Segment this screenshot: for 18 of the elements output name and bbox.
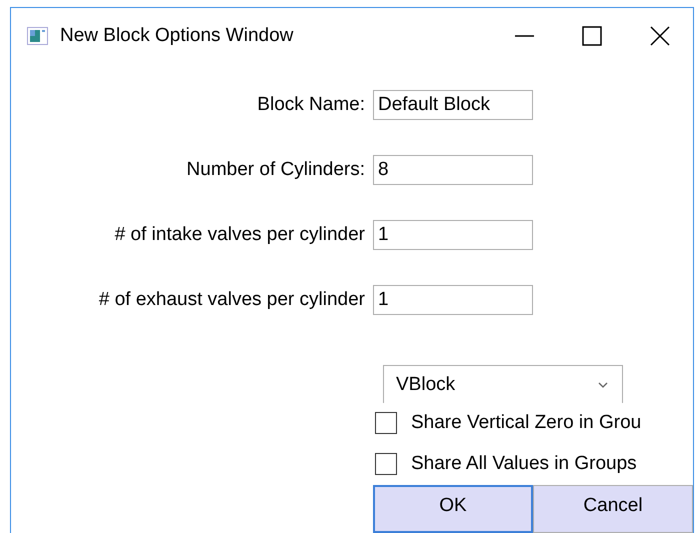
input-field[interactable]: 1 [373,285,533,315]
input-field[interactable]: Default Block [373,90,533,120]
checkbox[interactable] [375,412,397,434]
app-icon [27,26,48,44]
checkbox-label: Share Vertical Zero in Grou [411,412,642,434]
chevron-down-icon [598,382,608,388]
checkbox[interactable] [375,453,397,475]
ok-button[interactable]: OK [373,485,533,533]
field-label: # of exhaust valves per cylinder [98,289,365,311]
checkbox-label: Share All Values in Groups [411,453,637,475]
window-title: New Block Options Window [60,24,294,46]
field-label: Block Name: [257,94,365,116]
field-label: Number of Cylinders: [186,159,365,181]
field-label: # of intake valves per cylinder [114,224,365,246]
input-field[interactable]: 8 [373,155,533,185]
input-field[interactable]: 1 [373,220,533,250]
cancel-button[interactable]: Cancel [533,485,693,533]
dropdown[interactable]: VBlock [383,365,623,403]
